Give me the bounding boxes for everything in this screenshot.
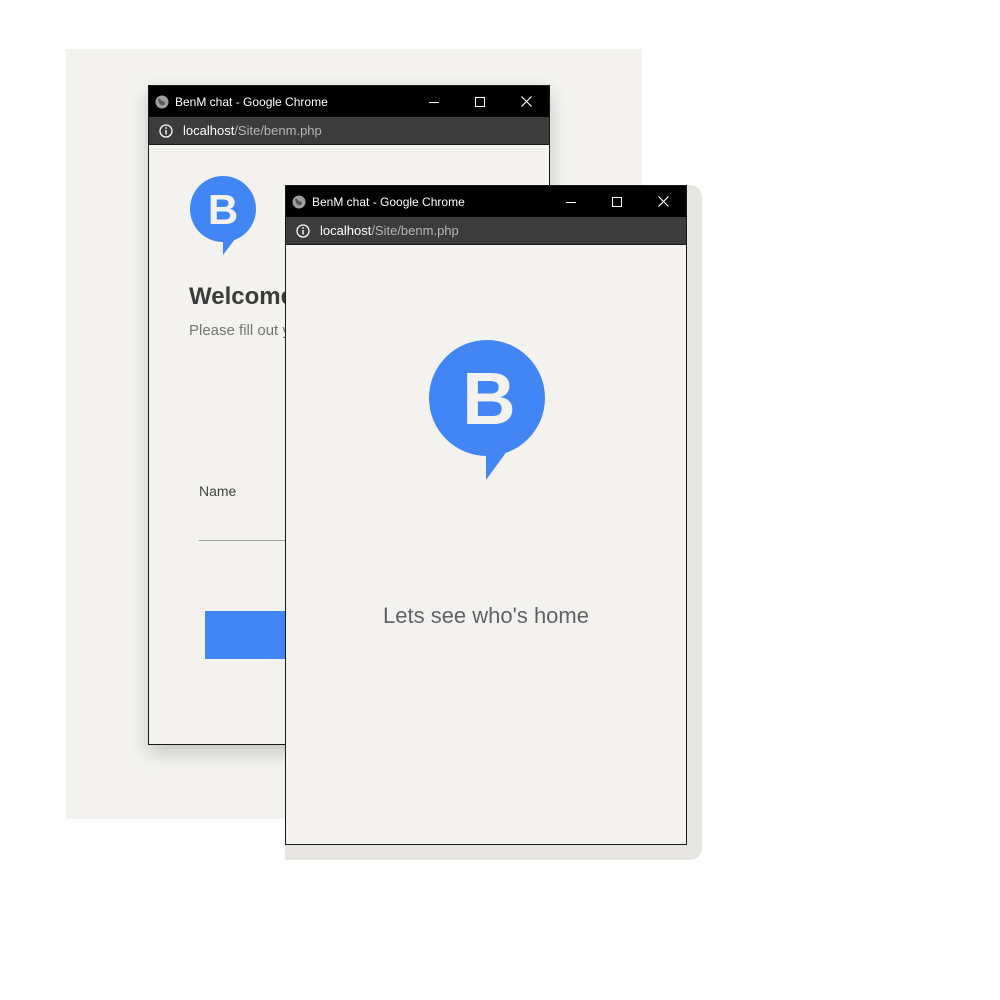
globe-icon [292,195,306,209]
info-icon[interactable] [159,123,173,138]
window-title: BenM chat - Google Chrome [312,194,465,209]
close-icon [520,96,532,107]
url-host: localhost [183,123,235,138]
titlebar[interactable]: BenM chat - Google Chrome [149,86,549,117]
close-button[interactable] [640,186,686,217]
minimize-button[interactable] [411,86,457,117]
status-message: Lets see who's home [383,603,589,628]
url-host: localhost [320,223,372,238]
close-icon [657,196,669,207]
maximize-icon [612,196,622,207]
welcome-subtitle: Please fill out y [189,322,290,339]
maximize-icon [475,96,485,107]
page-content: B Lets see who's home [286,245,686,844]
maximize-button[interactable] [457,86,503,117]
address-bar[interactable]: localhost/Site/benm.php [149,117,549,145]
benm-logo-icon: B [428,340,546,487]
logo-letter: B [462,357,515,440]
globe-icon [155,95,169,109]
welcome-heading: Welcome [189,283,294,310]
maximize-button[interactable] [594,186,640,217]
minimize-icon [429,101,439,103]
close-button[interactable] [503,86,549,117]
titlebar[interactable]: BenM chat - Google Chrome [286,186,686,217]
url-path: /Site/benm.php [371,223,459,238]
info-icon[interactable] [296,223,310,238]
minimize-icon [566,201,576,203]
name-label: Name [199,483,237,499]
desktop: BenM chat - Google Chrome localhost/Site… [0,0,1000,1000]
window-title: BenM chat - Google Chrome [175,94,328,109]
logo-letter: B [208,186,238,233]
address-bar[interactable]: localhost/Site/benm.php [286,217,686,245]
minimize-button[interactable] [548,186,594,217]
url-path: /Site/benm.php [234,123,322,138]
chrome-window-front[interactable]: BenM chat - Google Chrome localhost/Site… [285,185,687,845]
benm-logo-icon: B [189,175,257,262]
